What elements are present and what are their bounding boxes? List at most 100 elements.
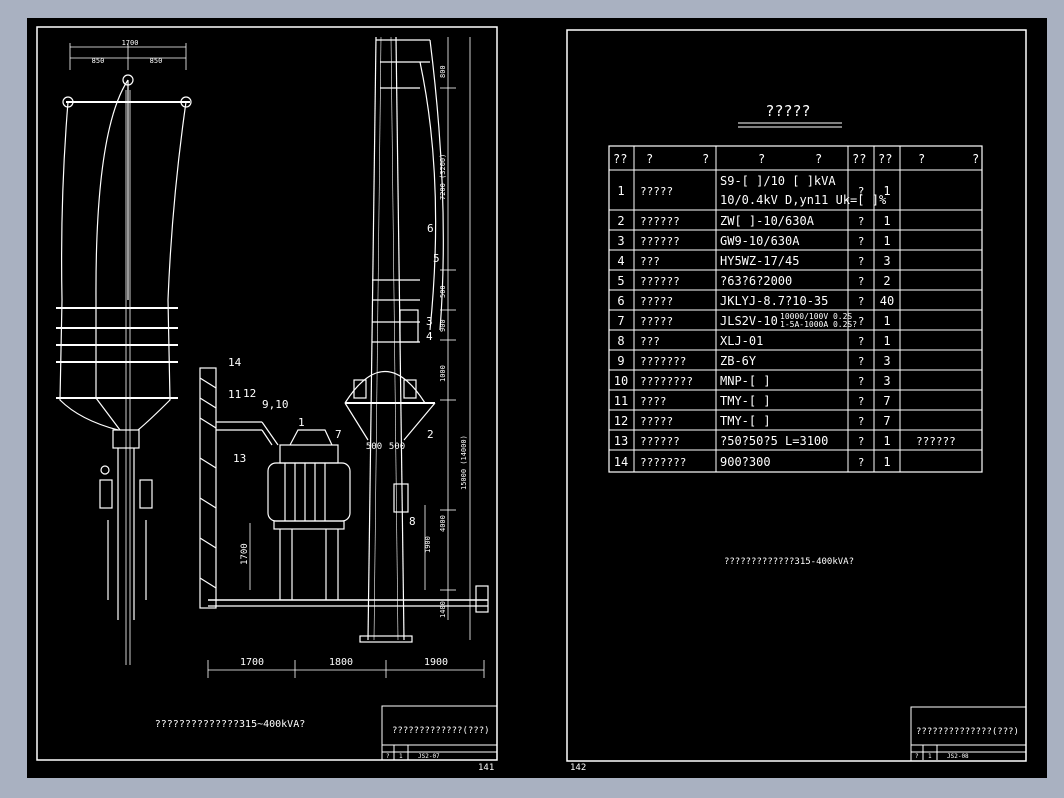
table-cell-name: ????? [640,295,673,308]
table-cell-unit: ? [858,185,865,198]
dim-platform-left: 500 [366,442,382,452]
table-cell-qty: 1 [883,334,890,348]
table-cell-spec: S9-[ ]/10 [ ]kVA [720,174,836,188]
table-cell-qty: 1 [883,434,890,448]
dim-transformer-height: 1700 [240,543,250,565]
table-cell-no: 8 [617,334,624,348]
table-cell-no: 7 [617,314,624,328]
table-cell-spec: GW9-10/630A [720,234,800,248]
callout-4: 4 [426,330,433,343]
table-header-cell: ?? [878,152,892,166]
table-cell-spec: ?50?50?5 L=3100 [720,434,828,448]
table-cell-no: 10 [614,374,628,388]
table-cell-name: ????? [640,315,673,328]
table-cell-spec: 900?300 [720,455,771,469]
table-cell-name: ?????? [640,275,680,288]
table-cell-spec: ZW[ ]-10/630A [720,214,815,228]
callout-1: 1 [298,416,305,429]
dim-pole-3: 500 [439,285,447,298]
table-cell-spec: JKLYJ-8.7?10-35 [720,294,828,308]
table-cell-unit: ? [858,456,865,469]
table-cell-qty: 40 [880,294,894,308]
callout-8: 8 [409,515,416,528]
callout-5: 5 [433,252,440,265]
table-cell-no: 6 [617,294,624,308]
table-header-cell: ?? [613,152,627,166]
dim-pole-7: 4000 [439,515,447,532]
right-title-cell-b: 1 [928,753,932,760]
table-cell-qty: 1 [883,314,890,328]
table-header-cell: ?? [852,152,866,166]
table-cell-qty: 7 [883,414,890,428]
dim-pole-4: 900 [439,319,447,332]
table-cell-spec: TMY-[ ] [720,414,771,428]
table-cell-name: ???? [640,395,667,408]
table-cell-spec: ?63?6?2000 [720,274,792,288]
table-cell-name: ??? [640,255,660,268]
table-cell-no: 12 [614,414,628,428]
table-cell-qty: 1 [883,455,890,469]
table-cell-name: ??? [640,335,660,348]
left-title-cell-b: 1 [399,753,403,760]
dim-pole-2: 800 [439,65,447,78]
table-cell-name: ?????? [640,215,680,228]
callout-9-10: 9,10 [262,398,289,411]
callout-11: 11 [228,388,241,401]
table-cell-spec: TMY-[ ] [720,394,771,408]
table-cell-no: 2 [617,214,624,228]
callout-7: 7 [335,428,342,441]
table-cell-qty: 2 [883,274,890,288]
callout-6: 6 [427,222,434,235]
table-cell-no: 3 [617,234,624,248]
table-heading: ????? [765,102,810,120]
table-cell-unit: ? [858,235,865,248]
dim-pole-5: 1000 [439,365,447,382]
dim-bottom-b: 1800 [329,657,353,668]
table-cell-spec: JLS2V-10 [720,314,778,328]
table-cell-spec: ZB-6Y [720,354,757,368]
table-cell-name: ????? [640,185,673,198]
dim-bottom-c: 1900 [424,657,448,668]
table-cell-name: ??????? [640,456,686,469]
table-cell-unit: ? [858,375,865,388]
drawing-background [27,18,1047,778]
dim-platform-right: 500 [389,442,405,452]
callout-14: 14 [228,356,242,369]
table-cell-no: 5 [617,274,624,288]
dim-top-half-right: 850 [150,57,163,65]
table-cell-name: ???????? [640,375,693,388]
table-cell-name: ?????? [640,235,680,248]
table-cell-spec-note: 1-5A-1000A 0.2S? [780,320,857,329]
table-cell-name: ??????? [640,355,686,368]
table-cell-unit: ? [858,335,865,348]
callout-13: 13 [233,452,246,465]
left-title-cell-a: ? [386,753,390,760]
table-cell-unit: ? [858,315,865,328]
table-cell-note: ?????? [916,435,956,448]
table-header-cell: ? [758,152,765,166]
right-title-code: JS2-08 [947,753,969,760]
left-caption: ??????????????315~400kVA? [155,719,306,730]
left-page-number: 141 [478,763,494,773]
table-cell-qty: 7 [883,394,890,408]
table-cell-qty: 1 [883,184,890,198]
cad-viewport[interactable]: 1700 850 850 7200 (3200) 800 500 900 100… [0,0,1064,798]
right-page-number: 142 [570,763,586,773]
table-cell-spec: MNP-[ ] [720,374,771,388]
table-header-cell: ? [646,152,653,166]
table-cell-name: ?????? [640,435,680,448]
callout-2: 2 [427,428,434,441]
table-cell-unit: ? [858,215,865,228]
left-title-code: JS2-07 [418,753,440,760]
table-cell-unit: ? [858,435,865,448]
right-title-cell-a: ? [915,753,919,760]
table-cell-qty: 3 [883,254,890,268]
dim-top-total: 1700 [122,39,139,47]
dim-bottom-a: 1700 [240,657,264,668]
table-cell-no: 1 [617,184,624,198]
left-title-block-title: ?????????????(???) [392,726,490,736]
dim-pole-8: 1900 [424,536,432,553]
table-cell-unit: ? [858,255,865,268]
table-cell-no: 4 [617,254,624,268]
table-cell-spec: HY5WZ-17/45 [720,254,799,268]
